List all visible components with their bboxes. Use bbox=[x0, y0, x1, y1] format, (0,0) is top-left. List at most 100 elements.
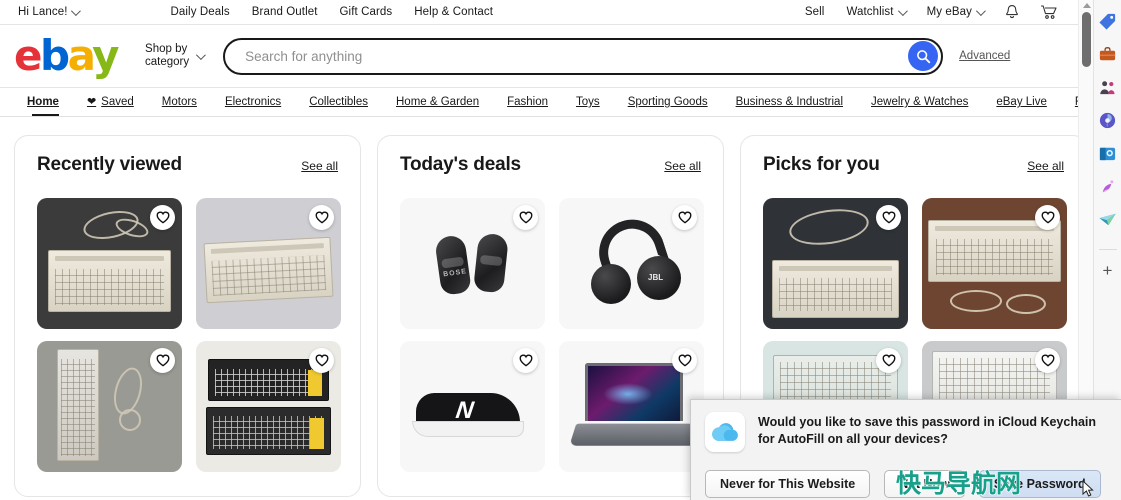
screenshot-root: Hi Lance! Daily Deals Brand Outlet Gift … bbox=[0, 0, 1121, 500]
category-label: Toys bbox=[576, 96, 600, 108]
shop-by-line1: Shop by bbox=[145, 43, 188, 55]
rail-add-app-button[interactable]: + bbox=[1103, 262, 1113, 279]
category-label: Collectibles bbox=[309, 96, 368, 108]
search-area: Advanced bbox=[223, 37, 1010, 75]
product-tile[interactable] bbox=[196, 198, 341, 329]
advanced-search-link[interactable]: Advanced bbox=[959, 50, 1010, 62]
product-tile[interactable] bbox=[37, 198, 182, 329]
rail-item-camera-app[interactable] bbox=[1097, 142, 1119, 164]
search-input[interactable] bbox=[243, 47, 909, 65]
category-nav-item-saved[interactable]: ❤ Saved bbox=[73, 88, 148, 116]
heart-outline-icon bbox=[882, 211, 895, 224]
nav-daily-deals[interactable]: Daily Deals bbox=[159, 6, 240, 18]
watchlist-heart-button[interactable] bbox=[513, 348, 538, 373]
nav-watchlist[interactable]: Watchlist bbox=[835, 5, 915, 18]
card-header: Recently viewed See all bbox=[37, 154, 338, 176]
shopping-cart-icon bbox=[1041, 4, 1057, 19]
category-label: Business & Industrial bbox=[735, 96, 843, 108]
category-nav-item-motors[interactable]: Motors bbox=[148, 88, 211, 116]
category-nav-item-refurbished[interactable]: Refurbished bbox=[1061, 88, 1078, 116]
ebay-logo[interactable]: ebay bbox=[14, 35, 120, 77]
camera-app-icon bbox=[1099, 147, 1116, 160]
chevron-down-icon bbox=[196, 49, 207, 60]
watchlist-heart-button[interactable] bbox=[309, 348, 334, 373]
category-nav-item-jewelry-watches[interactable]: Jewelry & Watches bbox=[857, 88, 982, 116]
vertical-scroll-thumb[interactable] bbox=[1082, 12, 1091, 67]
magic-wand-icon bbox=[1102, 179, 1114, 192]
product-tile[interactable] bbox=[559, 341, 704, 472]
product-tile[interactable] bbox=[37, 341, 182, 472]
notifications-bell-button[interactable] bbox=[994, 4, 1030, 21]
watchlist-heart-button[interactable] bbox=[876, 205, 901, 230]
heart-outline-icon bbox=[315, 211, 328, 224]
product-tile[interactable] bbox=[196, 341, 341, 472]
nav-brand-outlet[interactable]: Brand Outlet bbox=[241, 6, 329, 18]
heart-outline-icon bbox=[678, 211, 691, 224]
see-all-link-recently-viewed[interactable]: See all bbox=[301, 159, 338, 173]
category-label: eBay Live bbox=[996, 96, 1047, 108]
watchlist-heart-button[interactable] bbox=[876, 348, 901, 373]
watchlist-heart-button[interactable] bbox=[513, 205, 538, 230]
watchlist-heart-button[interactable] bbox=[672, 205, 697, 230]
watchlist-heart-button[interactable] bbox=[150, 205, 175, 230]
never-for-this-website-button[interactable]: Never for This Website bbox=[705, 470, 871, 498]
search-submit-button[interactable] bbox=[908, 41, 939, 71]
nav-my-ebay[interactable]: My eBay bbox=[916, 5, 994, 18]
not-now-button[interactable]: Not Now bbox=[884, 470, 965, 498]
category-label: Fashion bbox=[507, 96, 549, 108]
category-nav-item-collectibles[interactable]: Collectibles bbox=[295, 88, 382, 116]
product-tile[interactable]: N bbox=[400, 341, 545, 472]
account-greeting-label: Hi Lance! bbox=[18, 6, 68, 18]
flower-circle-icon bbox=[1099, 112, 1116, 128]
watchlist-heart-button[interactable] bbox=[672, 348, 697, 373]
icloud-keychain-icon-frame bbox=[705, 412, 745, 452]
watchlist-heart-button[interactable] bbox=[1035, 348, 1060, 373]
shop-by-category-label: Shop by category bbox=[145, 43, 189, 69]
category-nav-item-business-industrial[interactable]: Business & Industrial bbox=[722, 88, 857, 116]
rail-item-people[interactable] bbox=[1097, 76, 1119, 98]
shop-by-category-dropdown[interactable]: Shop by category bbox=[145, 43, 207, 69]
scroll-up-arrow-icon[interactable] bbox=[1083, 3, 1091, 8]
dialog-message: Would you like to save this password in … bbox=[758, 415, 1097, 446]
rail-item-paper-plane[interactable] bbox=[1097, 208, 1119, 230]
watchlist-heart-button[interactable] bbox=[309, 205, 334, 230]
rail-item-briefcase[interactable] bbox=[1097, 43, 1119, 65]
shopping-cart-button[interactable] bbox=[1030, 4, 1068, 21]
heart-icon: ❤ bbox=[86, 95, 97, 108]
nav-watchlist-label: Watchlist bbox=[846, 6, 894, 18]
see-all-link-picks-for-you[interactable]: See all bbox=[1027, 159, 1064, 173]
account-greeting-menu[interactable]: Hi Lance! bbox=[18, 5, 89, 18]
category-nav-item-home-garden[interactable]: Home & Garden bbox=[382, 88, 493, 116]
nav-sell-label: Sell bbox=[804, 6, 825, 18]
nav-help-contact[interactable]: Help & Contact bbox=[403, 6, 504, 18]
see-all-link-todays-deals[interactable]: See all bbox=[664, 159, 701, 173]
category-nav-item-electronics[interactable]: Electronics bbox=[211, 88, 295, 116]
card-title: Picks for you bbox=[763, 154, 880, 175]
product-tile[interactable] bbox=[763, 198, 908, 329]
rail-item-flower-circle[interactable] bbox=[1097, 109, 1119, 131]
ebay-utility-bar: Hi Lance! Daily Deals Brand Outlet Gift … bbox=[0, 0, 1078, 25]
category-nav-item-toys[interactable]: Toys bbox=[562, 88, 614, 116]
category-nav-item-fashion[interactable]: Fashion bbox=[493, 88, 562, 116]
rail-item-price-tag[interactable] bbox=[1097, 10, 1119, 32]
watchlist-heart-button[interactable] bbox=[150, 348, 175, 373]
nav-gift-cards[interactable]: Gift Cards bbox=[329, 6, 404, 18]
icloud-keychain-save-password-dialog: Would you like to save this password in … bbox=[690, 399, 1121, 500]
product-tile[interactable]: JBL bbox=[559, 198, 704, 329]
watchlist-heart-button[interactable] bbox=[1035, 205, 1060, 230]
card-todays-deals: Today's deals See all BOSE JBL N bbox=[377, 135, 724, 497]
category-nav-item-ebay-live[interactable]: eBay Live bbox=[982, 88, 1061, 116]
rail-item-magic-wand[interactable] bbox=[1097, 175, 1119, 197]
search-box[interactable] bbox=[223, 37, 944, 75]
nav-daily-deals-label: Daily Deals bbox=[170, 6, 230, 18]
utility-bar-left: Hi Lance! Daily Deals Brand Outlet Gift … bbox=[18, 5, 504, 18]
card-header: Picks for you See all bbox=[763, 154, 1064, 176]
save-password-button[interactable]: Save Password bbox=[978, 470, 1101, 498]
product-tile[interactable]: BOSE bbox=[400, 198, 545, 329]
category-nav-item-home[interactable]: Home bbox=[18, 88, 73, 116]
category-nav-item-sporting-goods[interactable]: Sporting Goods bbox=[614, 88, 722, 116]
nav-sell[interactable]: Sell bbox=[794, 6, 836, 18]
category-label: Saved bbox=[101, 96, 134, 108]
brand-text-bose: BOSE bbox=[442, 268, 468, 279]
product-tile[interactable] bbox=[922, 198, 1067, 329]
